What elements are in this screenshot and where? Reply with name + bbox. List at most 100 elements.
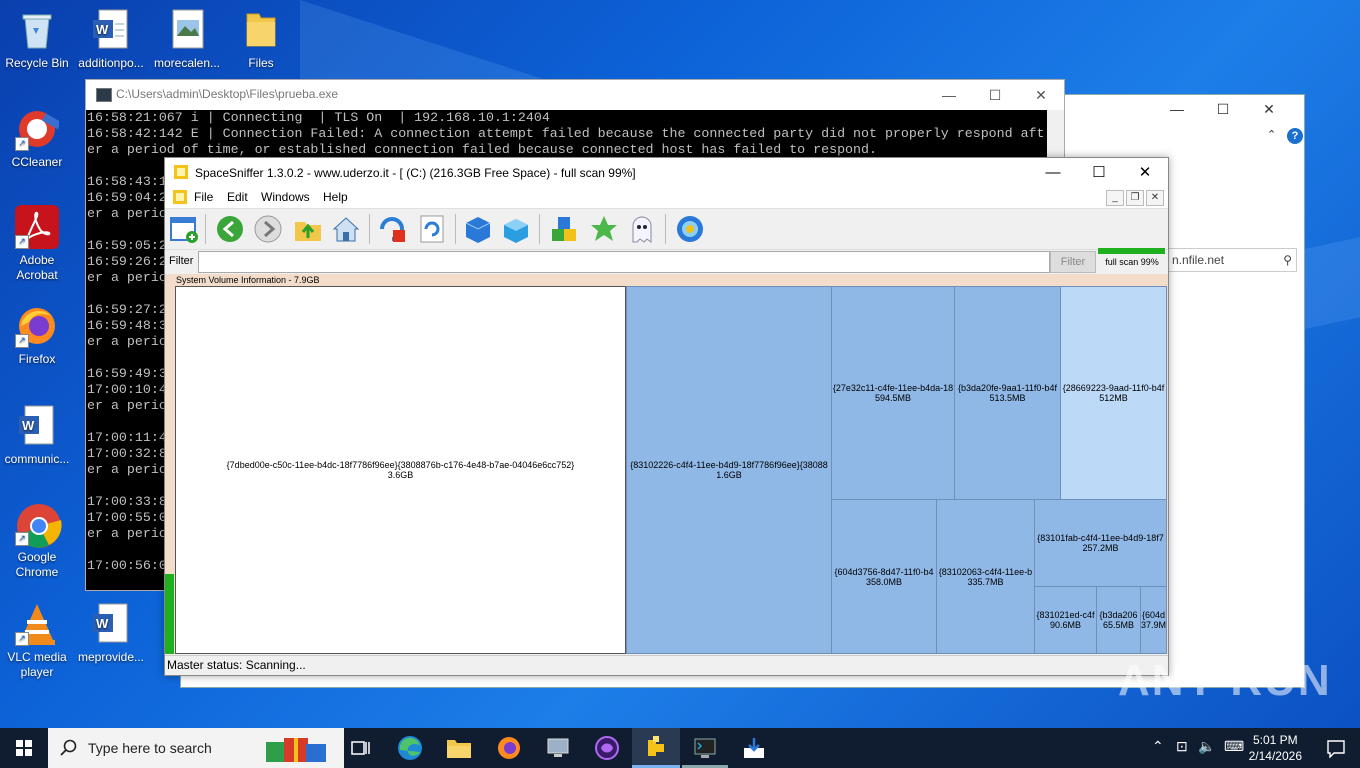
firefox-icon[interactable] [493,734,525,762]
edge-icon[interactable] [394,734,426,762]
treemap-tile[interactable]: {b3da206 65.5MB [1096,586,1141,654]
chevron-up-icon[interactable]: ⌃ [1152,738,1164,755]
tile-name: {b3da206 [1099,610,1138,620]
mdi-restore-button[interactable]: ❐ [1126,190,1144,206]
status-bar: Master status: Scanning... [165,655,1168,675]
desktop-icon-firefox[interactable]: ↗ Firefox [0,304,74,367]
treemap-tile[interactable]: {83102226-c4f4-11ee-b4d9-18f7786f96ee}{3… [626,286,832,654]
treemap-tile[interactable]: {604d 37.9M [1140,586,1167,654]
mdi-minimize-button[interactable]: _ [1106,190,1124,206]
task-view-icon[interactable] [344,734,376,762]
tag-blocks-icon[interactable] [549,214,579,244]
menu-windows[interactable]: Windows [261,190,310,204]
treemap-tile[interactable]: {83102063-c4f4-11ee-b 335.7MB [936,499,1035,654]
clock[interactable]: 5:01 PM 2/14/2026 [1249,732,1302,764]
chevron-up-icon[interactable]: ⌃ [1267,128,1276,141]
search-box[interactable]: n.nfile.net ⚲ [1167,248,1297,272]
desktop-icon-word-doc[interactable]: W additionpo... [74,8,148,71]
filter-label: Filter [169,255,194,267]
desktop-icon-recycle-bin[interactable]: Recycle Bin [0,8,74,71]
tile-size: 65.5MB [1102,620,1135,630]
app-purple-icon[interactable] [591,734,623,762]
toolbar-separator [665,214,666,244]
menu-file[interactable]: File [194,190,213,204]
installer-icon[interactable] [738,734,770,762]
settings-icon[interactable] [675,214,705,244]
close-button[interactable]: ✕ [1018,80,1064,110]
filter-button[interactable]: Filter [1050,251,1096,273]
home-icon[interactable] [331,214,361,244]
minimize-button[interactable]: — [1154,95,1200,123]
clock-date: 2/14/2026 [1248,749,1302,763]
windows-start-icon[interactable] [0,728,48,768]
parent-folder-icon[interactable] [293,214,323,244]
maximize-button[interactable]: ☐ [972,80,1018,110]
help-icon[interactable]: ? [1287,128,1303,144]
cube-icon[interactable] [463,214,493,244]
spacesniffer-window[interactable]: SpaceSniffer 1.3.0.2 - www.uderzo.it - [… [164,157,1169,676]
search-text: n.nfile.net [1172,253,1225,267]
mdi-close-button[interactable]: ✕ [1146,190,1164,206]
mdi-controls: _ ❐ ✕ [1104,189,1164,206]
treemap-tile[interactable]: {28669223-9aad-11f0-b4f 512MB [1060,286,1167,500]
recycle-bin-icon [15,8,59,52]
minimize-button[interactable]: — [926,80,972,110]
desktop-icon-adobe-acrobat[interactable]: ↗ Adobe Acrobat [0,205,74,283]
treemap[interactable]: System Volume Information - 7.9GB {7dbed… [165,274,1168,654]
tile-size: 358.0MB [865,576,903,587]
document-icon [173,190,187,204]
spacesniffer-taskbar-icon[interactable] [640,734,672,762]
ime-icon[interactable]: ⌨ [1224,738,1244,755]
star-icon[interactable] [589,214,619,244]
treemap-tile[interactable]: {7dbed00e-c50c-11ee-b4dc-18f7786f96ee}{3… [175,286,626,654]
maximize-button[interactable]: ☐ [1076,158,1122,187]
menu-help[interactable]: Help [323,190,348,204]
cube-open-icon[interactable] [501,214,531,244]
close-button[interactable]: ✕ [1122,158,1168,187]
volume-icon[interactable]: 🔈 [1198,738,1215,755]
treemap-header: System Volume Information - 7.9GB [176,275,320,285]
window-title: SpaceSniffer 1.3.0.2 - www.uderzo.it - [… [195,166,636,180]
desktop-icon-vlc[interactable]: ↗ VLC media player [0,602,74,680]
treemap-tile[interactable]: {83101fab-c4f4-11ee-b4d9-18f7 257.2MB [1034,499,1167,587]
desktop-icon-files-folder[interactable]: Files [224,8,298,71]
treemap-tile[interactable]: {831021ed-c4f 90.6MB [1034,586,1097,654]
treemap-tile[interactable]: {604d3756-8d47-11f0-b4 358.0MB [831,499,937,654]
file-explorer-icon[interactable] [443,734,475,762]
desktop-icon-label: morecalen... [153,56,221,70]
network-icon[interactable]: ⊡ [1176,738,1188,755]
desktop-icon-ccleaner[interactable]: ↗ CCleaner [0,107,74,170]
folder-icon [239,8,283,52]
window-controls: — ☐ ✕ [1030,158,1168,187]
minimize-button[interactable]: — [1030,158,1076,187]
back-icon[interactable] [215,214,245,244]
spacesniffer-titlebar[interactable]: SpaceSniffer 1.3.0.2 - www.uderzo.it - [… [165,158,1168,187]
treemap-tile[interactable]: {b3da20fe-9aa1-11f0-b4f 513.5MB [954,286,1061,500]
desktop-icon-label: Files [248,56,274,70]
svg-text:W: W [96,22,109,37]
taskbar-search[interactable]: Type here to search [48,728,344,768]
shortcut-arrow-icon: ↗ [15,532,29,546]
notifications-icon[interactable] [1326,738,1346,758]
menu-edit[interactable]: Edit [227,190,248,204]
desktop-icon-meprovide-doc[interactable]: W meprovide... [74,602,148,665]
ghost-icon[interactable] [627,214,657,244]
new-scan-icon[interactable] [169,214,199,244]
desktop-icon-image-file[interactable]: morecalen... [150,8,224,71]
desktop-icon-google-chrome[interactable]: ↗ Google Chrome [0,502,74,580]
console-line: er a period of time, or established conn… [87,142,877,157]
tile-name: {83102063-c4f4-11ee-b [938,566,1033,577]
forward-icon[interactable] [253,214,283,244]
filter-input[interactable] [198,251,1050,273]
console-titlebar[interactable]: C:\Users\admin\Desktop\Files\prueba.exe … [86,80,1064,110]
maximize-button[interactable]: ☐ [1200,95,1246,123]
scrollbar[interactable] [1047,110,1064,160]
remote-desktop-icon[interactable] [542,734,574,762]
refresh-icon[interactable] [417,214,447,244]
treemap-tile[interactable]: {27e32c11-c4fe-11ee-b4da-18 594.5MB [831,286,955,500]
refresh-stop-icon[interactable] [377,214,407,244]
console-taskbar-icon[interactable] [689,734,721,762]
window-controls: — ☐ ✕ [1154,95,1304,123]
close-button[interactable]: ✕ [1246,95,1292,123]
desktop-icon-communic-doc[interactable]: W communic... [0,404,74,467]
